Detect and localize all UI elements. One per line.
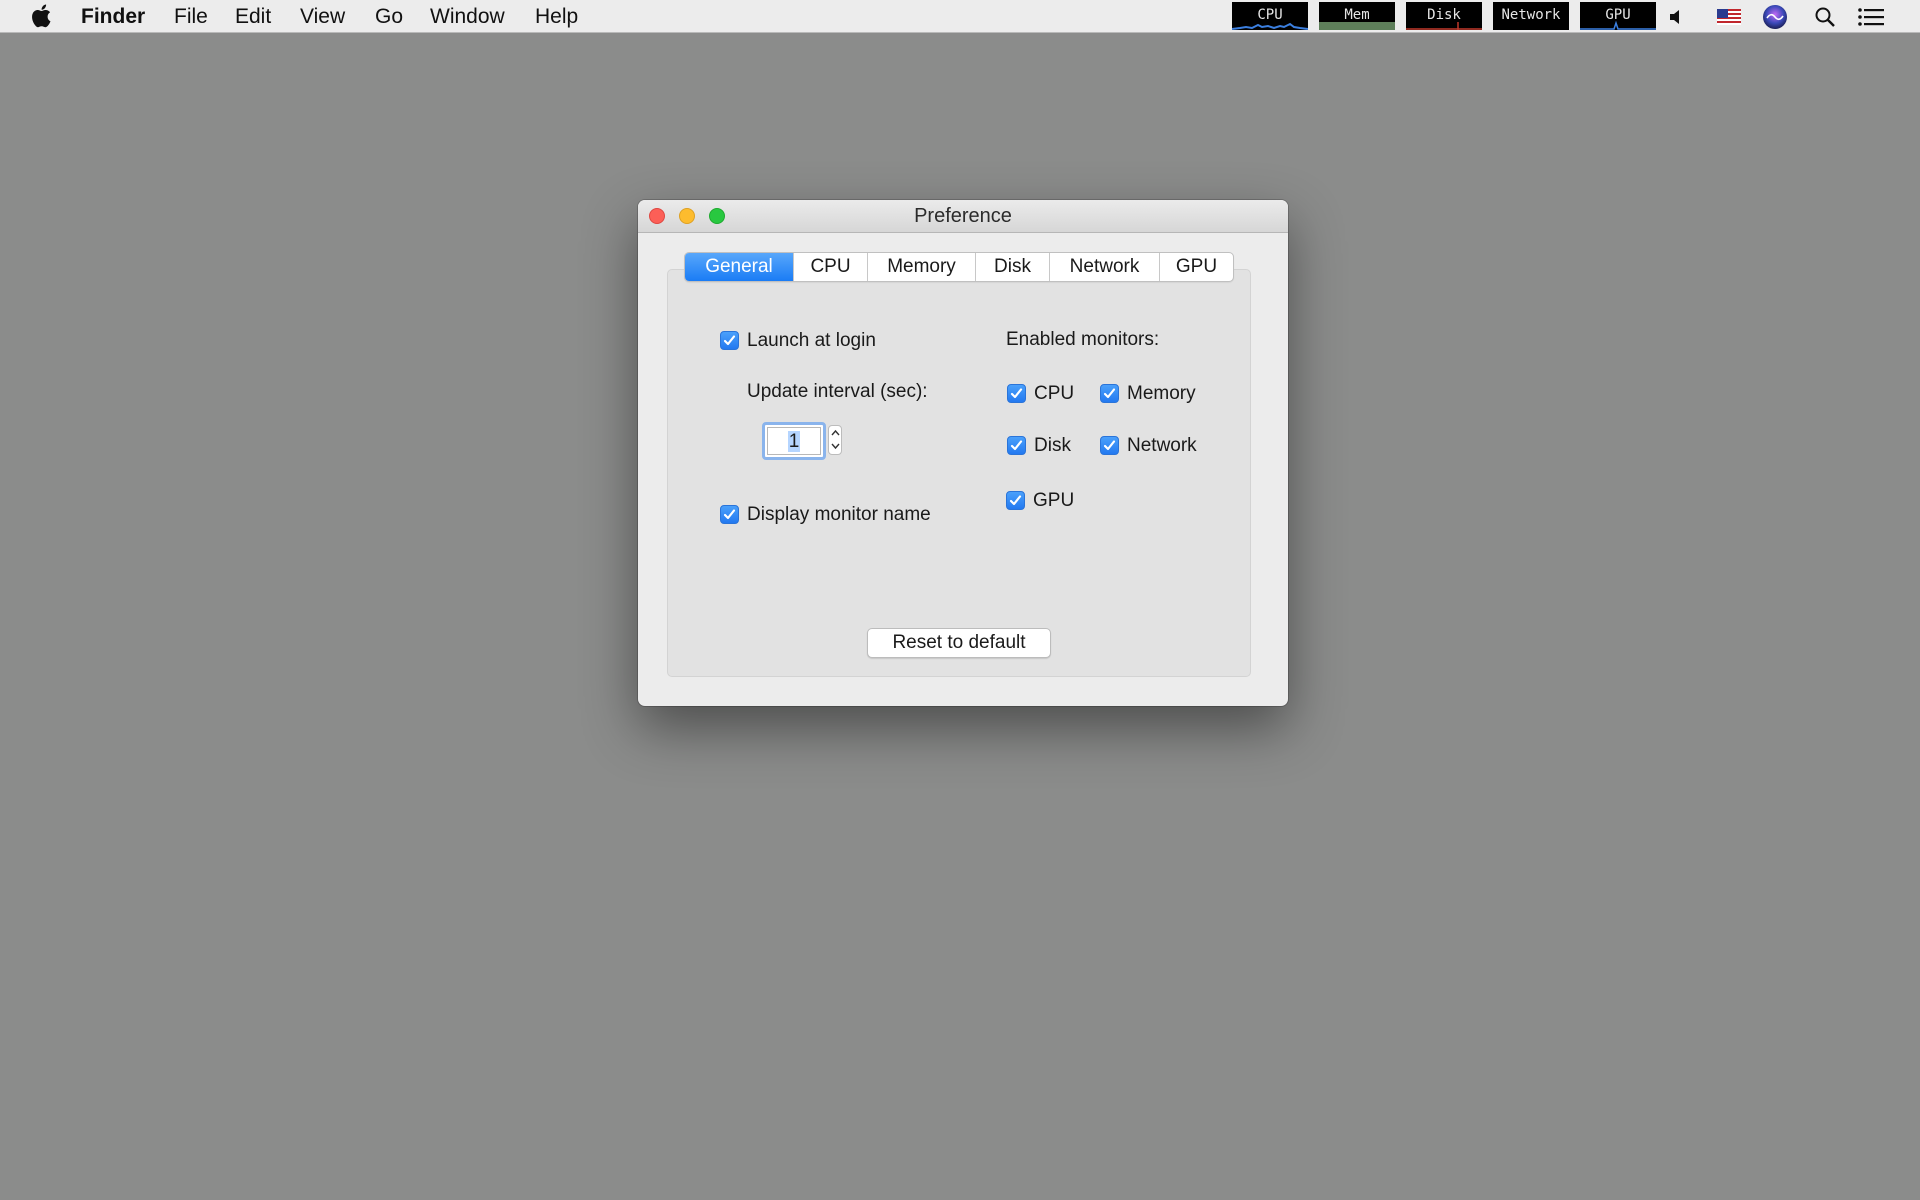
enabled-monitors-label: Enabled monitors: bbox=[1006, 329, 1160, 350]
siri-icon[interactable] bbox=[1760, 0, 1790, 33]
display-monitor-name-label[interactable]: Display monitor name bbox=[747, 504, 931, 526]
checkmark-icon bbox=[1010, 440, 1023, 451]
tab-memory[interactable]: Memory bbox=[867, 253, 975, 281]
tab-gpu[interactable]: GPU bbox=[1159, 253, 1233, 281]
title-bar[interactable]: Preference bbox=[638, 200, 1288, 233]
network-monitor-checkbox-label[interactable]: Network bbox=[1127, 435, 1197, 457]
menu-go[interactable]: Go bbox=[375, 0, 403, 33]
tab-cpu[interactable]: CPU bbox=[793, 253, 867, 281]
menu-file[interactable]: File bbox=[174, 0, 208, 33]
menu-bar: Finder File Edit View Go Window Help CPU… bbox=[0, 0, 1920, 33]
tab-disk[interactable]: Disk bbox=[975, 253, 1049, 281]
preference-window: Preference General CPU Memory Disk Netwo… bbox=[638, 200, 1288, 706]
tab-bar: General CPU Memory Disk Network GPU bbox=[684, 252, 1234, 282]
display-monitor-name-checkbox[interactable] bbox=[720, 505, 739, 524]
checkmark-icon bbox=[1009, 495, 1022, 506]
stepper-down-icon[interactable] bbox=[831, 442, 840, 450]
checkmark-icon bbox=[1010, 388, 1023, 399]
cpu-monitor-checkbox-label[interactable]: CPU bbox=[1034, 383, 1074, 405]
checkmark-icon bbox=[1103, 388, 1116, 399]
update-interval-label: Update interval (sec): bbox=[747, 381, 928, 402]
launch-at-login-label[interactable]: Launch at login bbox=[747, 330, 876, 352]
reset-to-default-button[interactable]: Reset to default bbox=[867, 628, 1051, 658]
cpu-monitor[interactable]: CPU bbox=[1232, 2, 1308, 30]
tab-network[interactable]: Network bbox=[1049, 253, 1159, 281]
gpu-monitor-checkbox-label[interactable]: GPU bbox=[1033, 490, 1074, 512]
network-monitor-checkbox[interactable] bbox=[1100, 436, 1119, 455]
gpu-monitor-checkbox[interactable] bbox=[1006, 491, 1025, 510]
checkmark-icon bbox=[723, 509, 736, 520]
network-monitor[interactable]: Network bbox=[1493, 2, 1569, 30]
disk-monitor-label: Disk bbox=[1427, 7, 1461, 23]
memory-graph-icon bbox=[1319, 22, 1395, 30]
tab-general[interactable]: General bbox=[685, 253, 793, 281]
apple-icon[interactable] bbox=[30, 4, 52, 28]
notification-center-icon[interactable] bbox=[1855, 0, 1887, 33]
memory-monitor-checkbox-label[interactable]: Memory bbox=[1127, 383, 1196, 405]
update-interval-stepper[interactable] bbox=[828, 425, 842, 455]
menu-edit[interactable]: Edit bbox=[235, 0, 271, 33]
checkmark-icon bbox=[1103, 440, 1116, 451]
menu-help[interactable]: Help bbox=[535, 0, 578, 33]
cpu-monitor-checkbox[interactable] bbox=[1007, 384, 1026, 403]
volume-icon[interactable] bbox=[1664, 0, 1690, 33]
disk-monitor-checkbox[interactable] bbox=[1007, 436, 1026, 455]
network-monitor-label: Network bbox=[1501, 7, 1561, 23]
stepper-up-icon[interactable] bbox=[831, 429, 840, 437]
launch-at-login-checkbox[interactable] bbox=[720, 331, 739, 350]
gpu-monitor[interactable]: GPU bbox=[1580, 2, 1656, 30]
menu-view[interactable]: View bbox=[300, 0, 345, 33]
memory-monitor[interactable]: Mem bbox=[1319, 2, 1395, 30]
spotlight-search-icon[interactable] bbox=[1810, 0, 1840, 33]
disk-monitor[interactable]: Disk bbox=[1406, 2, 1482, 30]
update-interval-value: 1 bbox=[787, 431, 801, 452]
update-interval-field[interactable]: 1 bbox=[762, 422, 826, 460]
menu-window[interactable]: Window bbox=[430, 0, 505, 33]
memory-monitor-label: Mem bbox=[1344, 7, 1370, 23]
us-flag-icon[interactable] bbox=[1714, 0, 1744, 33]
disk-monitor-checkbox-label[interactable]: Disk bbox=[1034, 435, 1071, 457]
memory-monitor-checkbox[interactable] bbox=[1100, 384, 1119, 403]
checkmark-icon bbox=[723, 335, 736, 346]
menu-finder[interactable]: Finder bbox=[81, 0, 145, 33]
window-title: Preference bbox=[914, 205, 1012, 227]
cpu-monitor-label: CPU bbox=[1257, 7, 1283, 23]
gpu-monitor-label: GPU bbox=[1605, 7, 1631, 23]
